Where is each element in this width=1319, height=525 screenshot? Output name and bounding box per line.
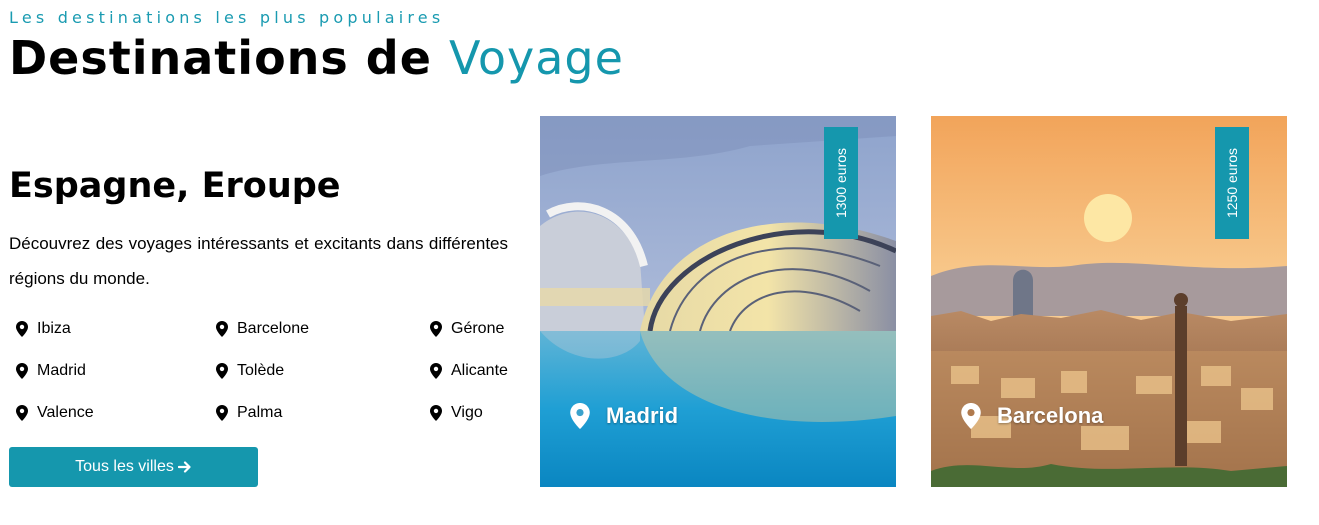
city-list: Ibiza Madrid Valence Barcelone Tolède Pa… [16, 312, 508, 430]
page-title: Destinations de Voyage [9, 30, 624, 86]
map-pin-icon [430, 405, 442, 421]
arrow-right-icon [177, 461, 191, 473]
city-item-palma[interactable]: Palma [216, 396, 282, 430]
destination-card-barcelona[interactable]: 1250 euros Barcelona [931, 116, 1287, 487]
city-item-barcelone[interactable]: Barcelone [216, 312, 309, 346]
section-eyebrow: Les destinations les plus populaires [9, 8, 445, 27]
city-item-alicante[interactable]: Alicante [430, 354, 508, 388]
map-pin-icon [16, 321, 28, 337]
all-cities-button-label: Tous les villes [75, 458, 174, 475]
card-label: Madrid [570, 403, 678, 429]
city-label: Palma [237, 404, 283, 421]
price-label: 1250 euros [1224, 147, 1240, 219]
city-label: Alicante [451, 362, 508, 379]
map-pin-icon [216, 405, 228, 421]
price-tag: 1300 euros [824, 127, 858, 239]
map-pin-icon [570, 403, 590, 429]
city-item-tolede[interactable]: Tolède [216, 354, 284, 388]
map-pin-icon [16, 363, 28, 379]
city-label: Valence [37, 404, 94, 421]
city-item-valence[interactable]: Valence [16, 396, 94, 430]
region-description: Découvrez des voyages intéressants et ex… [9, 234, 508, 288]
map-pin-icon [216, 321, 228, 337]
map-pin-icon [430, 363, 442, 379]
map-pin-icon [430, 321, 442, 337]
region-title: Espagne, Eroupe [9, 166, 341, 206]
city-item-vigo[interactable]: Vigo [430, 396, 483, 430]
card-city-name: Barcelona [997, 403, 1104, 428]
city-label: Tolède [237, 362, 285, 379]
price-tag: 1250 euros [1215, 127, 1249, 239]
map-pin-icon [16, 405, 28, 421]
city-label: Barcelone [237, 320, 310, 337]
card-city-name: Madrid [606, 403, 679, 428]
city-label: Madrid [37, 362, 86, 379]
city-item-ibiza[interactable]: Ibiza [16, 312, 71, 346]
card-label: Barcelona [961, 403, 1103, 429]
price-label: 1300 euros [833, 147, 849, 219]
destination-card-madrid[interactable]: 1300 euros Madrid [540, 116, 896, 487]
page-title-accent: Voyage [448, 31, 624, 85]
all-cities-button[interactable]: Tous les villes [9, 447, 258, 487]
city-label: Gérone [451, 320, 505, 337]
map-pin-icon [216, 363, 228, 379]
page-title-main: Destinations de [9, 31, 432, 85]
map-pin-icon [961, 403, 981, 429]
city-label: Vigo [451, 404, 483, 421]
city-item-madrid[interactable]: Madrid [16, 354, 86, 388]
city-item-gerone[interactable]: Gérone [430, 312, 504, 346]
city-label: Ibiza [37, 320, 71, 337]
